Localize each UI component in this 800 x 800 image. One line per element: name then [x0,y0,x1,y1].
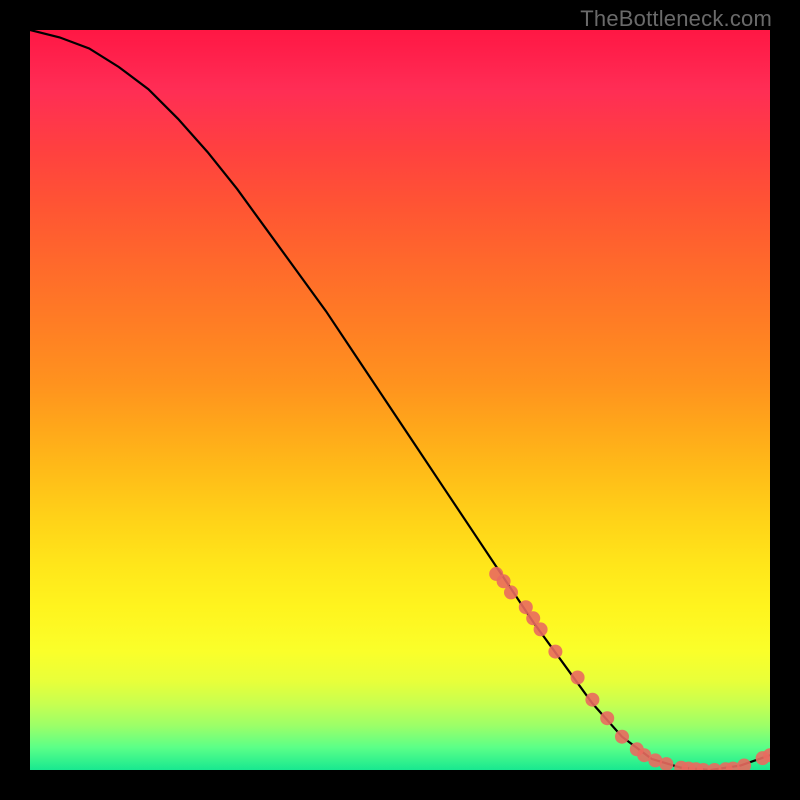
chart-svg [30,30,770,770]
curve-marker [615,730,629,744]
curve-marker [571,671,585,685]
curve-markers-group [489,567,770,770]
curve-marker [548,645,562,659]
plot-area [30,30,770,770]
curve-marker [585,693,599,707]
curve-marker [600,711,614,725]
curve-line [30,30,770,770]
chart-frame: TheBottleneck.com [0,0,800,800]
curve-marker [737,759,751,770]
curve-line-group [30,30,770,770]
watermark-text: TheBottleneck.com [580,6,772,32]
curve-marker [504,585,518,599]
curve-marker [534,622,548,636]
